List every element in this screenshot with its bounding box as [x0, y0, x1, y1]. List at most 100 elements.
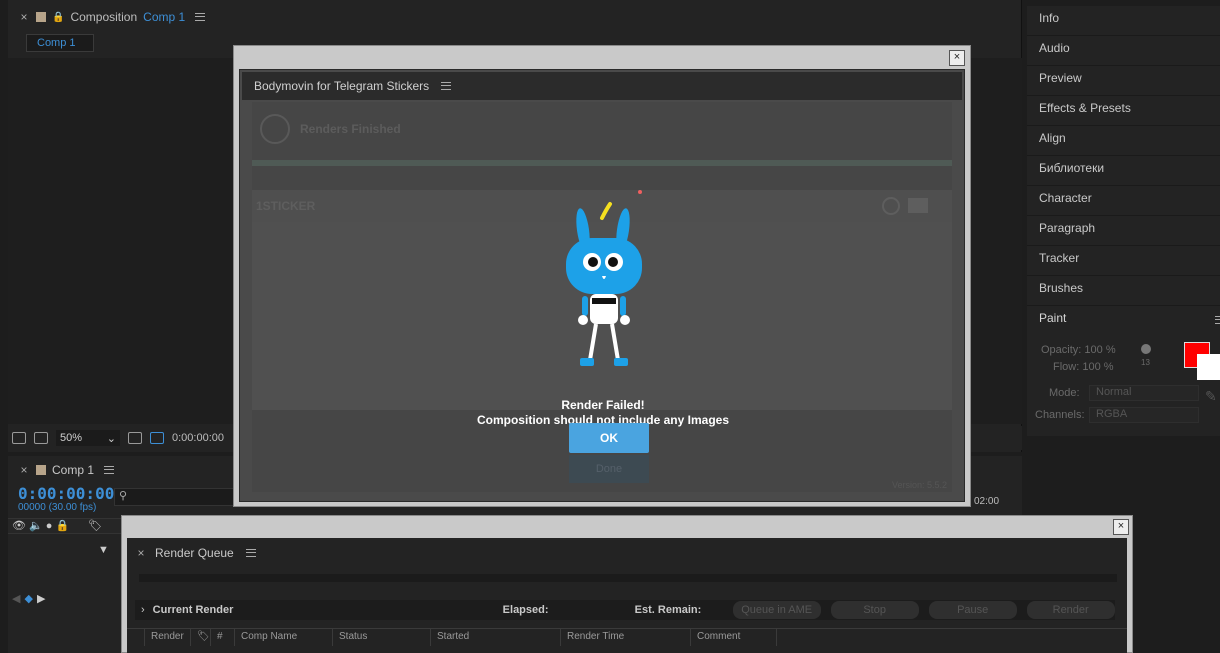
monitor-icon[interactable] — [34, 432, 48, 444]
panel-tracker[interactable]: Tracker — [1027, 246, 1220, 276]
flow-value[interactable]: 100 % — [1082, 361, 1113, 373]
queue-in-ame-button[interactable]: Queue in AME — [732, 601, 821, 619]
render-queue-panel: × Render Queue › Current Render Elapsed:… — [127, 538, 1127, 653]
zoom-value: 50% — [60, 432, 83, 444]
lock-icon[interactable]: 🔒 — [52, 12, 64, 23]
solo-icon[interactable]: ● — [46, 520, 53, 532]
channels-label: Channels: — [1035, 409, 1085, 421]
render-queue-header: × Render Queue — [135, 546, 256, 560]
col-status[interactable]: Status — [333, 629, 431, 646]
paint-title[interactable]: Paint — [1039, 311, 1066, 325]
keyframe-nav: ◀ ◆ ▶ — [12, 592, 45, 605]
close-icon[interactable]: × — [18, 463, 30, 477]
mode-select[interactable]: Normal — [1089, 385, 1199, 401]
channels-select[interactable]: RGBA — [1089, 407, 1199, 423]
panel-audio[interactable]: Audio — [1027, 36, 1220, 66]
col-spacer — [127, 629, 145, 646]
panel-preview[interactable]: Preview — [1027, 66, 1220, 96]
timeline-comp-name[interactable]: Comp 1 — [52, 463, 94, 477]
panel-character[interactable]: Character — [1027, 186, 1220, 216]
current-render-label: Current Render — [152, 604, 234, 616]
grid-icon[interactable] — [128, 432, 142, 444]
pause-button[interactable]: Pause — [928, 601, 1017, 619]
panel-menu-icon[interactable] — [1215, 316, 1220, 324]
est-remain-label: Est. Remain: — [634, 604, 702, 616]
chevron-right-icon[interactable]: › — [135, 604, 153, 616]
prev-keyframe-icon[interactable]: ◀ — [12, 592, 20, 605]
panel-libraries[interactable]: Библиотеки — [1027, 156, 1220, 186]
eye-icon[interactable]: 👁 — [8, 520, 26, 532]
timeline-end-marker: 02:00 — [974, 496, 1000, 507]
close-icon[interactable]: × — [1113, 519, 1129, 535]
composition-timecode[interactable]: 0:00:00:00 — [172, 432, 224, 444]
render-queue-title: Render Queue — [155, 546, 234, 560]
current-render-row: › Current Render Elapsed: Est. Remain: Q… — [135, 600, 1115, 620]
expand-triangle-icon[interactable]: ▼ — [98, 544, 109, 556]
panel-paragraph[interactable]: Paragraph — [1027, 216, 1220, 246]
folder-icon[interactable] — [908, 198, 928, 213]
bodymovin-title: Bodymovin for Telegram Stickers — [254, 79, 430, 93]
opacity-row: Opacity: 100 % — [1041, 344, 1116, 356]
col-render-time[interactable]: Render Time — [561, 629, 691, 646]
close-icon[interactable]: × — [949, 50, 965, 66]
check-circle-icon — [882, 197, 900, 215]
frame-rate-display: 00000 (30.00 fps) — [18, 502, 97, 513]
audio-icon[interactable]: 🔈 — [29, 520, 43, 532]
bodymovin-window: Bodymovin for Telegram Stickers Renders … — [239, 69, 965, 502]
bodymovin-dialog: × Bodymovin for Telegram Stickers Render… — [233, 45, 971, 507]
sticker-name: 1STICKER — [256, 199, 316, 213]
render-progress-bar — [252, 160, 952, 166]
error-title: Render Failed! — [561, 398, 645, 412]
brush-size: 13 — [1141, 358, 1150, 367]
panel-align[interactable]: Align — [1027, 126, 1220, 156]
chevron-down-icon: ⌄ — [106, 432, 116, 445]
version-label: Version: 5.5.2 — [892, 480, 948, 490]
brush-tip-icon[interactable] — [1141, 344, 1151, 354]
panel-menu-icon[interactable] — [195, 13, 206, 21]
ok-button[interactable]: OK — [569, 423, 649, 453]
mode-label: Mode: — [1049, 387, 1080, 399]
panel-info[interactable]: Info — [1027, 6, 1220, 36]
panel-menu-icon[interactable] — [104, 466, 115, 474]
background-color-swatch[interactable] — [1197, 354, 1220, 380]
stop-button[interactable]: Stop — [830, 601, 919, 619]
render-queue-dialog: × × Render Queue › Current Render Elapse… — [121, 515, 1133, 653]
close-icon[interactable]: × — [18, 10, 30, 24]
keyframe-icon[interactable]: ◆ — [24, 592, 32, 605]
close-icon[interactable]: × — [135, 546, 147, 560]
composition-name[interactable]: Comp 1 — [143, 10, 185, 24]
col-comment[interactable]: Comment — [691, 629, 777, 646]
label-icon[interactable]: 🏷 — [72, 520, 102, 532]
mask-visibility-icon[interactable] — [150, 432, 164, 444]
composition-panel-header: × 🔒 Composition Comp 1 — [8, 6, 1021, 28]
panel-brushes[interactable]: Brushes — [1027, 276, 1220, 306]
render-button[interactable]: Render — [1026, 601, 1115, 619]
next-keyframe-icon[interactable]: ▶ — [37, 592, 45, 605]
render-queue-columns: Render 🏷 # Comp Name Status Started Rend… — [127, 628, 1127, 646]
snapshot-icon[interactable] — [12, 432, 26, 444]
panel-effects-presets[interactable]: Effects & Presets — [1027, 96, 1220, 126]
col-number[interactable]: # — [211, 629, 235, 646]
label-icon[interactable]: 🏷 — [191, 629, 211, 646]
tab-comp-1[interactable]: Comp 1 — [26, 34, 94, 52]
elapsed-label: Elapsed: — [502, 604, 549, 616]
current-time-display[interactable]: 0:00:00:00 — [18, 484, 114, 503]
zoom-select[interactable]: 50% ⌄ — [56, 430, 120, 446]
done-button[interactable]: Done — [569, 455, 649, 483]
opacity-value[interactable]: 100 % — [1084, 344, 1115, 356]
panel-menu-icon[interactable] — [245, 549, 256, 557]
paint-panel: Paint Opacity: 100 % Flow: 100 % 13 Mode… — [1027, 306, 1220, 436]
col-started[interactable]: Started — [431, 629, 561, 646]
panel-menu-icon[interactable] — [441, 82, 452, 90]
col-comp-name[interactable]: Comp Name — [235, 629, 333, 646]
col-render[interactable]: Render — [145, 629, 191, 646]
search-icon: ⚲ — [119, 490, 128, 502]
renders-finished-heading: Renders Finished — [300, 122, 401, 136]
eyedropper-icon[interactable]: ✎ — [1205, 388, 1217, 405]
composition-title: Composition — [70, 10, 138, 24]
timeline-header: × Comp 1 — [8, 460, 115, 480]
comp-color-label-icon — [36, 12, 46, 22]
render-progress-track — [139, 574, 1117, 582]
lock-icon[interactable]: 🔒 — [56, 520, 70, 532]
bodymovin-title-bar: Bodymovin for Telegram Stickers — [242, 72, 962, 100]
